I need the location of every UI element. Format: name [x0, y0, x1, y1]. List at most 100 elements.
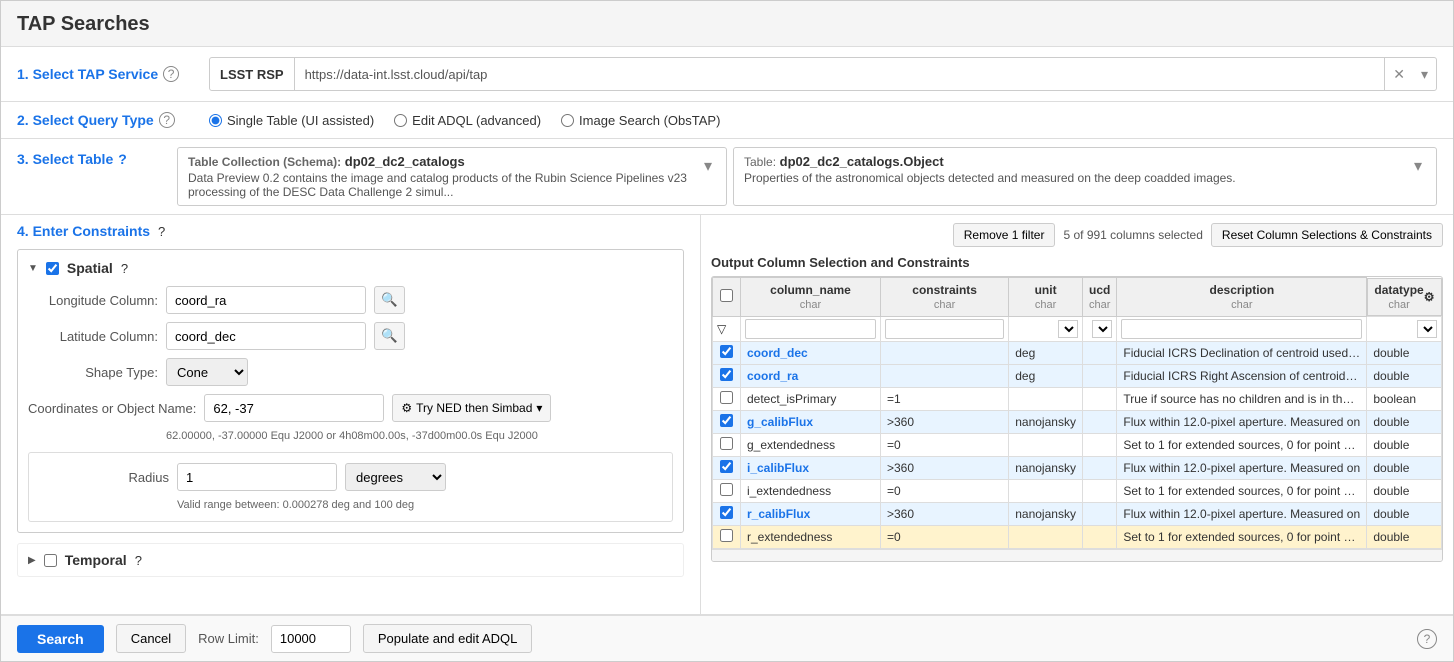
row-checkbox-cell [713, 410, 741, 433]
remove-filter-button[interactable]: Remove 1 filter [953, 223, 1056, 247]
ned-resolve-button[interactable]: ⚙ Try NED then Simbad ▾ [392, 394, 551, 422]
row-name-7: r_calibFlux [741, 502, 881, 525]
shape-row: Shape Type: Cone Elliptical Polygon [28, 358, 673, 386]
col-select-all-checkbox[interactable] [720, 289, 733, 302]
col-description-header: descriptionchar [1117, 278, 1367, 317]
tap-service-section: 1. Select TAP Service ? LSST RSP https:/… [1, 47, 1453, 102]
col-sel-actions: Remove 1 filter 5 of 991 columns selecte… [953, 223, 1443, 247]
radio-adql-input[interactable] [394, 114, 407, 127]
table-detail-desc: Properties of the astronomical objects d… [744, 171, 1236, 185]
select-table-help-icon[interactable]: ? [118, 151, 127, 167]
row-checkbox-5[interactable] [720, 460, 733, 473]
row-checkbox-7[interactable] [720, 506, 733, 519]
radio-image-search-input[interactable] [561, 114, 574, 127]
row-desc-7: Flux within 12.0-pixel aperture. Measure… [1117, 502, 1367, 525]
row-checkbox-0[interactable] [720, 345, 733, 358]
longitude-search-button[interactable]: 🔍 [374, 286, 405, 314]
latitude-input[interactable] [166, 322, 366, 350]
shape-select[interactable]: Cone Elliptical Polygon [166, 358, 248, 386]
table-detail-box[interactable]: Table: dp02_dc2_catalogs.Object Properti… [733, 147, 1437, 206]
coords-input[interactable] [204, 394, 384, 422]
col-constraints-filter[interactable] [885, 319, 1004, 339]
row-checkbox-3[interactable] [720, 414, 733, 427]
row-ucd-7 [1082, 502, 1116, 525]
temporal-block: ▶ Temporal ? [17, 543, 684, 577]
col-description-filter-cell [1117, 316, 1367, 341]
query-type-section: 2. Select Query Type ? Single Table (UI … [1, 102, 1453, 139]
row-checkbox-6[interactable] [720, 483, 733, 496]
constraints-left-panel: 4. Enter Constraints ? ▼ Spatial ? Longi… [1, 215, 701, 614]
tap-service-help-icon[interactable]: ? [163, 66, 179, 82]
radius-row: Radius degrees arcminutes arcseconds [39, 463, 662, 491]
col-sel-header: Remove 1 filter 5 of 991 columns selecte… [711, 223, 1443, 247]
table-row: g_extendedness =0 Set to 1 for extended … [713, 433, 1442, 456]
table-row: g_calibFlux >360 nanojansky Flux within … [713, 410, 1442, 433]
col-count: 5 of 991 columns selected [1063, 228, 1202, 242]
row-name-2: detect_isPrimary [741, 387, 881, 410]
spatial-collapse-icon[interactable]: ▼ [28, 263, 38, 274]
bottom-help-icon[interactable]: ? [1417, 629, 1437, 649]
row-limit-label: Row Limit: [198, 631, 259, 646]
row-checkbox-1[interactable] [720, 368, 733, 381]
tap-service-dropdown-button[interactable]: ▾ [1413, 58, 1436, 90]
radio-single-table[interactable]: Single Table (UI assisted) [209, 113, 374, 128]
col-name-header: column_namechar [741, 278, 881, 317]
row-constraints-7: >360 [880, 502, 1008, 525]
row-checkbox-2[interactable] [720, 391, 733, 404]
row-constraints-0 [880, 341, 1008, 364]
radius-units-select[interactable]: degrees arcminutes arcseconds [345, 463, 446, 491]
query-type-help-icon[interactable]: ? [159, 112, 175, 128]
latitude-search-button[interactable]: 🔍 [374, 322, 405, 350]
temporal-collapse-icon[interactable]: ▶ [28, 555, 36, 566]
table-collection-chevron-icon[interactable]: ▾ [700, 154, 716, 178]
spatial-checkbox[interactable] [46, 262, 59, 275]
row-checkbox-4[interactable] [720, 437, 733, 450]
col-datatype-filter-select[interactable]: ▾ [1417, 320, 1437, 338]
table-collection-title: Table Collection (Schema): dp02_dc2_cata… [188, 154, 700, 169]
longitude-row: Longitude Column: 🔍 [28, 286, 673, 314]
table-detail-chevron-icon[interactable]: ▾ [1410, 154, 1426, 178]
row-desc-6: Set to 1 for extended sources, 0 for poi… [1117, 479, 1367, 502]
col-description-filter[interactable] [1121, 319, 1362, 339]
row-constraints-3: >360 [880, 410, 1008, 433]
row-checkbox-cell [713, 341, 741, 364]
cancel-button[interactable]: Cancel [116, 624, 186, 653]
temporal-checkbox[interactable] [44, 554, 57, 567]
tap-service-clear-button[interactable]: ✕ [1385, 58, 1413, 90]
radio-adql[interactable]: Edit ADQL (advanced) [394, 113, 541, 128]
longitude-input[interactable] [166, 286, 366, 314]
col-ucd-filter-select[interactable]: ▾ [1092, 320, 1112, 338]
col-table-container: column_namechar constraintschar unitchar… [711, 276, 1443, 562]
row-datatype-4: double [1367, 433, 1442, 456]
col-name-filter[interactable] [745, 319, 876, 339]
row-checkbox-cell [713, 364, 741, 387]
row-datatype-3: double [1367, 410, 1442, 433]
row-limit-input[interactable] [271, 625, 351, 653]
table-row: r_extendedness =0 Set to 1 for extended … [713, 525, 1442, 548]
row-constraints-5: >360 [880, 456, 1008, 479]
row-name-5: i_calibFlux [741, 456, 881, 479]
spatial-help-icon[interactable]: ? [121, 261, 128, 276]
row-constraints-1 [880, 364, 1008, 387]
temporal-help-icon[interactable]: ? [135, 553, 142, 568]
radio-single-table-input[interactable] [209, 114, 222, 127]
spatial-header[interactable]: ▼ Spatial ? [28, 260, 673, 276]
constraints-help-icon[interactable]: ? [158, 224, 165, 239]
col-unit-filter-select[interactable]: ▾ [1058, 320, 1078, 338]
col-filter-icon-cell: ▽ [713, 316, 741, 341]
col-settings-icon[interactable]: ⚙ [1424, 290, 1435, 304]
row-unit-5: nanojansky [1009, 456, 1083, 479]
row-unit-7: nanojansky [1009, 502, 1083, 525]
search-button[interactable]: Search [17, 625, 104, 653]
radio-image-search[interactable]: Image Search (ObsTAP) [561, 113, 720, 128]
reset-constraints-button[interactable]: Reset Column Selections & Constraints [1211, 223, 1443, 247]
row-datatype-8: double [1367, 525, 1442, 548]
row-desc-3: Flux within 12.0-pixel aperture. Measure… [1117, 410, 1367, 433]
populate-adql-button[interactable]: Populate and edit ADQL [363, 624, 533, 653]
row-checkbox-8[interactable] [720, 529, 733, 542]
row-constraints-6: =0 [880, 479, 1008, 502]
temporal-header[interactable]: ▶ Temporal ? [28, 552, 673, 568]
table-collection-box[interactable]: Table Collection (Schema): dp02_dc2_cata… [177, 147, 727, 206]
radius-input[interactable] [177, 463, 337, 491]
horizontal-scrollbar[interactable] [712, 549, 1442, 561]
